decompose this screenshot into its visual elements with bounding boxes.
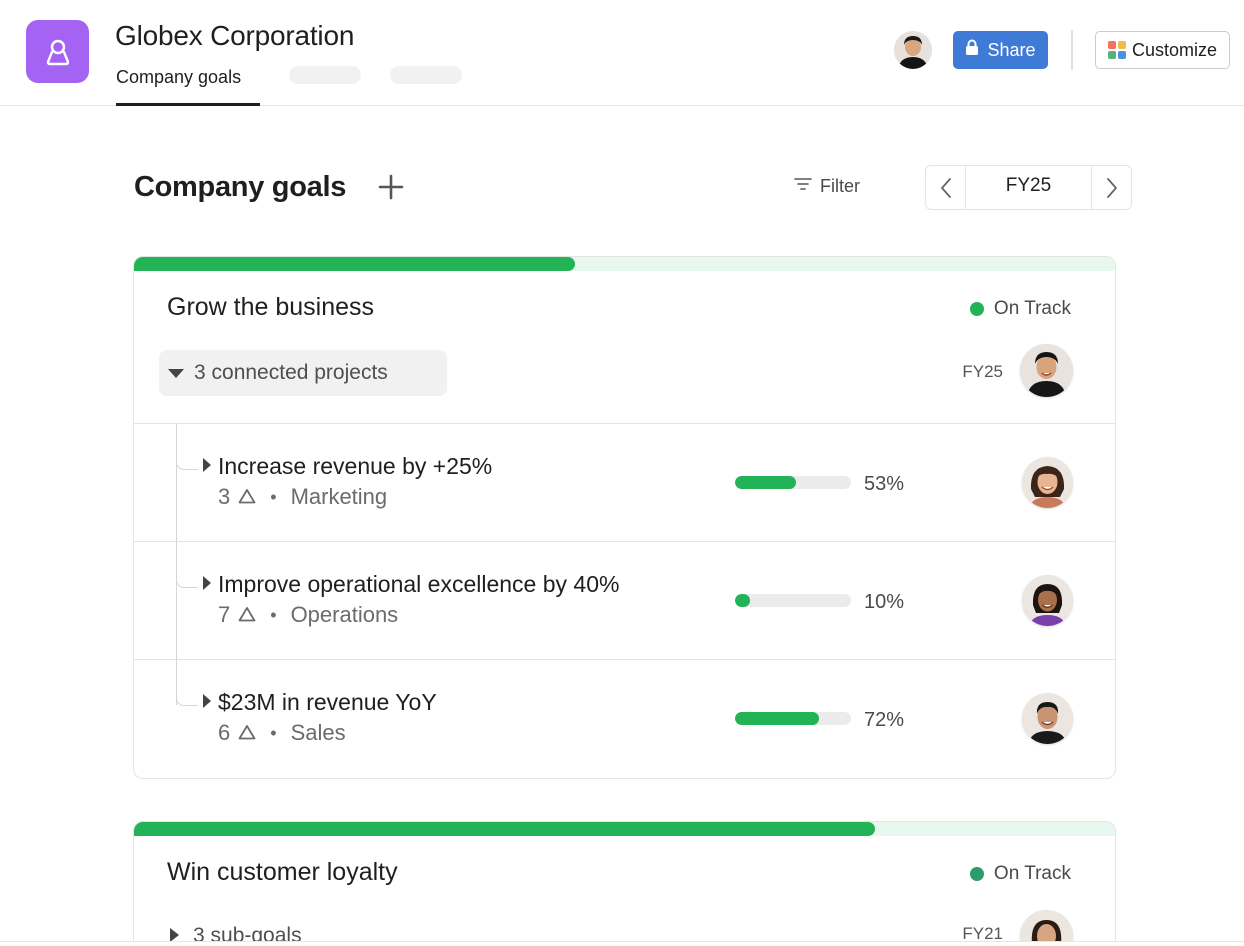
subgoal-progress-percent: 10%	[864, 591, 905, 613]
subgoal-count: 7	[218, 602, 231, 627]
subgoal-meta: 7 • Operations	[218, 602, 398, 628]
subgoal-title[interactable]: Increase revenue by +25%	[218, 453, 492, 480]
viewport-bottom-edge	[0, 941, 1244, 946]
caret-down-icon	[168, 361, 184, 385]
subgoal-team: Marketing	[290, 484, 388, 509]
chevron-right-icon[interactable]	[1091, 166, 1131, 209]
tab-company-goals[interactable]: Company goals	[116, 67, 241, 88]
status-badge: On Track	[969, 863, 1071, 885]
goal-progress-fill	[134, 822, 875, 836]
status-dot-icon	[969, 867, 984, 881]
separator-dot: •	[270, 722, 277, 743]
goal-period: FY25	[962, 362, 1003, 381]
goal-card[interactable]: Grow the business On Track 3 connected p…	[133, 256, 1116, 779]
connected-projects-toggle[interactable]: 3 connected projects	[159, 350, 447, 396]
subgoal-progress-bar	[735, 712, 851, 725]
goal-progress-bar	[134, 822, 1115, 836]
status-dot-icon	[969, 302, 984, 316]
tree-branch	[176, 690, 198, 706]
subgoal-team: Operations	[290, 602, 399, 627]
active-tab-indicator	[116, 103, 260, 106]
subgoal-count: 6	[218, 720, 231, 745]
filter-label: Filter	[820, 176, 860, 196]
goal-title[interactable]: Grow the business	[167, 293, 374, 322]
period-picker: FY25	[925, 165, 1132, 210]
tree-branch	[176, 454, 198, 470]
connected-projects-label: 3 connected projects	[194, 361, 388, 384]
goal-progress-bar	[134, 257, 1115, 271]
subgoal-progress-fill	[735, 712, 819, 725]
tree-branch	[176, 572, 198, 588]
share-button[interactable]: Share	[953, 31, 1048, 69]
tab-placeholder[interactable]	[289, 66, 361, 84]
triangle-icon	[238, 602, 256, 628]
triangle-icon	[238, 720, 256, 746]
list-item[interactable]: Improve operational excellence by 40% 7 …	[134, 541, 1115, 659]
lock-icon	[965, 39, 979, 61]
avatar[interactable]	[1022, 693, 1073, 744]
status-badge: On Track	[969, 298, 1071, 320]
subgoal-team: Sales	[290, 720, 346, 745]
workspace-title: Globex Corporation	[115, 20, 355, 51]
subgoal-title[interactable]: $23M in revenue YoY	[218, 689, 437, 716]
subgoal-progress-fill	[735, 594, 751, 607]
subgoal-meta: 6 • Sales	[218, 720, 346, 746]
subgoal-count: 3	[218, 484, 231, 509]
subgoal-progress-percent: 72%	[864, 709, 905, 731]
avatar[interactable]	[1022, 575, 1073, 626]
plus-icon[interactable]	[376, 172, 406, 202]
caret-right-icon[interactable]	[203, 458, 211, 472]
share-label: Share	[987, 39, 1036, 60]
separator-dot: •	[270, 604, 277, 625]
filter-button[interactable]: Filter	[793, 176, 860, 197]
avatar[interactable]	[1020, 344, 1073, 397]
subgoal-title[interactable]: Improve operational excellence by 40%	[218, 571, 619, 598]
avatar[interactable]	[1022, 457, 1073, 508]
triangle-icon	[238, 484, 256, 510]
header-divider	[1071, 30, 1073, 70]
separator-dot: •	[270, 486, 277, 507]
page-title: Company goals	[134, 171, 347, 203]
customize-button[interactable]: Customize	[1095, 31, 1230, 69]
subgoal-progress-fill	[735, 476, 797, 489]
subgoal-progress-percent: 53%	[864, 473, 905, 495]
caret-right-icon[interactable]	[203, 576, 211, 590]
app-header: Globex Corporation Company goals Share C…	[0, 0, 1244, 106]
goal-person-icon[interactable]	[26, 20, 89, 83]
subgoal-progress-bar	[735, 594, 851, 607]
customize-icon	[1107, 41, 1126, 59]
goal-card[interactable]: Win customer loyalty On Track 3 sub-goal…	[133, 821, 1116, 946]
status-label: On Track	[993, 298, 1071, 319]
goal-title[interactable]: Win customer loyalty	[167, 858, 398, 887]
list-item[interactable]: Increase revenue by +25% 3 • Marketing 5…	[134, 423, 1115, 541]
avatar[interactable]	[894, 31, 932, 69]
goal-progress-fill	[134, 257, 576, 271]
customize-label: Customize	[1131, 39, 1218, 60]
period-label[interactable]: FY25	[966, 166, 1091, 209]
filter-icon	[793, 176, 813, 197]
chevron-left-icon[interactable]	[926, 166, 966, 209]
subgoal-meta: 3 • Marketing	[218, 484, 387, 510]
subgoal-progress-bar	[735, 476, 851, 489]
caret-right-icon[interactable]	[203, 694, 211, 708]
list-item[interactable]: $23M in revenue YoY 6 • Sales 72%	[134, 659, 1115, 777]
tab-placeholder[interactable]	[390, 66, 462, 84]
status-label: On Track	[993, 863, 1071, 884]
